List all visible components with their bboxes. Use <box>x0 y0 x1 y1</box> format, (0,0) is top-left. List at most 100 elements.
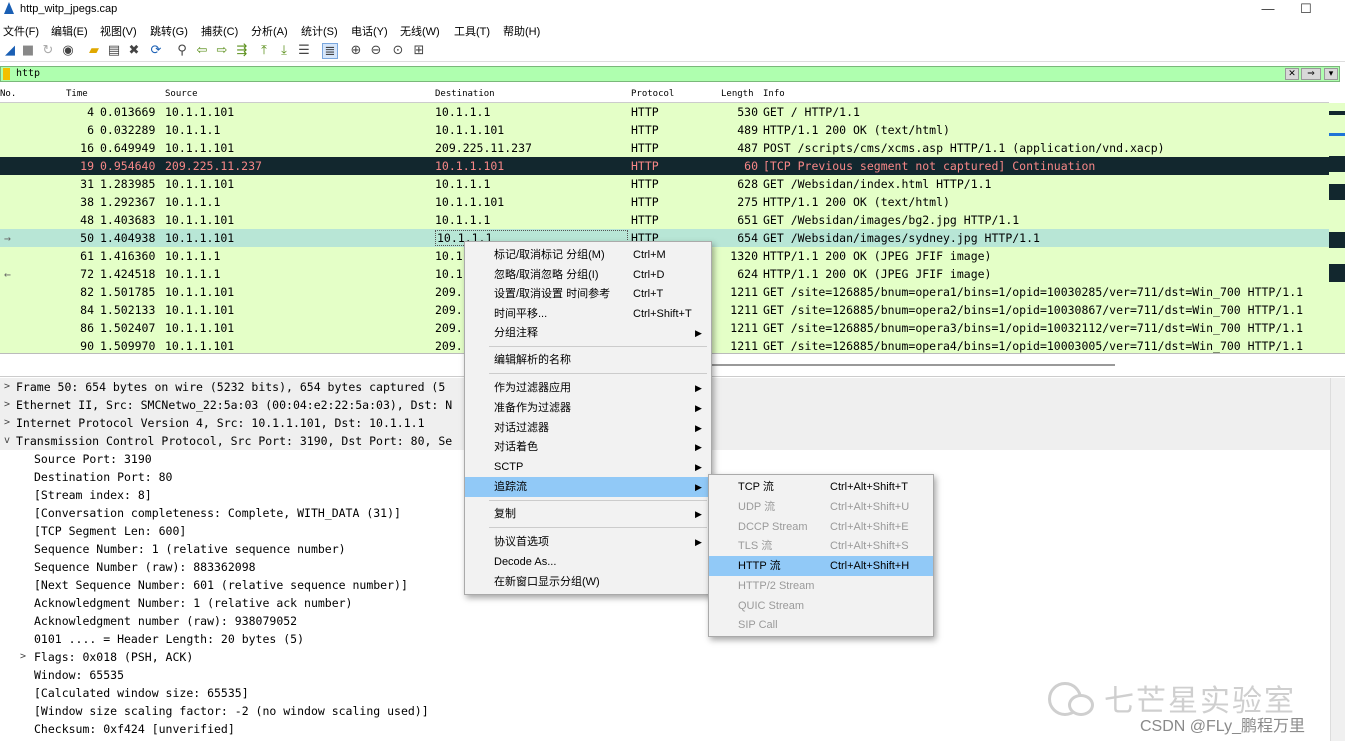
menu-item-show-in-new-window[interactable]: 在新窗口显示分组(W) <box>465 572 711 592</box>
zoom-out-icon[interactable]: ⊖ <box>368 43 384 59</box>
tree-item-text: Ethernet II, Src: SMCNetwo_22:5a:03 (00:… <box>16 398 453 412</box>
menu-wireless[interactable]: 无线(W) <box>400 23 440 39</box>
details-vertical-scrollbar[interactable] <box>1330 378 1345 741</box>
colorize-icon[interactable]: ≣ <box>322 43 338 59</box>
menu-item-packet-comment[interactable]: 分组注释 ▶ <box>465 323 711 343</box>
menu-item-time-shift[interactable]: 时间平移... Ctrl+Shift+T <box>465 304 711 324</box>
tree-item-text: Destination Port: 80 <box>34 470 173 484</box>
packet-no: 19 <box>80 159 94 173</box>
menu-item-follow-stream[interactable]: 追踪流 ▶ <box>465 477 711 497</box>
menu-item-apply-as-filter[interactable]: 作为过滤器应用 ▶ <box>465 378 711 398</box>
packet-row[interactable]: 31 1.283985 10.1.1.101 10.1.1.1 HTTP 628 GET /… <box>0 175 1330 193</box>
first-packet-icon[interactable]: ⤒ <box>256 43 272 59</box>
menu-item-prepare-as-filter[interactable]: 准备作为过滤器 ▶ <box>465 398 711 418</box>
menu-telephony[interactable]: 电话(Y) <box>351 23 388 39</box>
packet-minimap-scrollbar[interactable] <box>1329 87 1345 353</box>
menu-view[interactable]: 视图(V) <box>100 23 137 39</box>
menu-item-protocol-preferences[interactable]: 协议首选项 ▶ <box>465 532 711 552</box>
stop-icon[interactable]: ■ <box>20 43 36 59</box>
find-icon[interactable]: ⚲ <box>174 43 190 59</box>
menu-file[interactable]: 文件(F) <box>3 23 39 39</box>
menu-item-copy[interactable]: 复制 ▶ <box>465 504 711 524</box>
tree-field[interactable]: Acknowledgment Number: 1 (relative ack n… <box>0 594 1330 612</box>
window-title: http_witp_jpegs.cap <box>20 3 118 15</box>
tree-item-text: [Next Sequence Number: 601 (relative seq… <box>34 578 408 592</box>
menu-tools[interactable]: 工具(T) <box>454 23 490 39</box>
column-source[interactable]: Source <box>165 89 198 99</box>
last-packet-icon[interactable]: ⤓ <box>276 43 292 59</box>
back-arrow-icon[interactable]: ⇦ <box>194 43 210 59</box>
column-info[interactable]: Info <box>763 89 785 99</box>
display-filter-input[interactable]: http <box>16 68 40 79</box>
menu-go[interactable]: 跳转(G) <box>150 23 188 39</box>
close-file-icon[interactable]: ✖ <box>126 43 142 59</box>
tree-field[interactable]: Checksum: 0xf424 [unverified] <box>0 720 1330 738</box>
apply-filter-icon[interactable]: ⇒ <box>1301 68 1321 80</box>
tree-field[interactable]: [Calculated window size: 65535] <box>0 684 1330 702</box>
goto-packet-icon[interactable]: ⇶ <box>234 43 250 59</box>
packet-row[interactable]: 38 1.292367 10.1.1.1 10.1.1.101 HTTP 275 HTTP/… <box>0 193 1330 211</box>
submenu-item-http-stream[interactable]: HTTP 流 Ctrl+Alt+Shift+H <box>709 556 933 576</box>
packet-row[interactable]: 6 0.032289 10.1.1.1 10.1.1.101 HTTP 489 HTTP/1… <box>0 121 1330 139</box>
menu-help[interactable]: 帮助(H) <box>503 23 540 39</box>
packet-row[interactable]: 4 0.013669 10.1.1.101 10.1.1.1 HTTP 530 GET / … <box>0 103 1330 121</box>
expand-arrow-icon[interactable]: > <box>4 396 10 414</box>
menu-item-colorize-conversation[interactable]: 对话着色 ▶ <box>465 437 711 457</box>
column-no[interactable]: No. <box>0 89 16 99</box>
packet-row[interactable]: 48 1.403683 10.1.1.101 10.1.1.1 HTTP 651 GET /… <box>0 211 1330 229</box>
packet-row[interactable]: 16 0.649949 10.1.1.101 209.225.11.237 HTTP 48… <box>0 139 1330 157</box>
minimize-button[interactable]: — <box>1248 0 1288 20</box>
column-time[interactable]: Time <box>66 89 88 99</box>
menu-statistics[interactable]: 统计(S) <box>301 23 338 39</box>
menu-item-decode-as[interactable]: Decode As... <box>465 552 711 572</box>
maximize-button[interactable]: ☐ <box>1286 0 1326 20</box>
menu-item-ignore-packet[interactable]: 忽略/取消忽略 分组(I) Ctrl+D <box>465 265 711 285</box>
options-gear-icon[interactable]: ◉ <box>60 43 76 59</box>
menu-edit[interactable]: 编辑(E) <box>51 23 88 39</box>
shark-fin-start-icon[interactable]: ◢ <box>2 43 18 59</box>
expand-arrow-icon[interactable]: > <box>4 414 10 432</box>
packet-time: 1.416360 <box>100 249 156 263</box>
zoom-in-icon[interactable]: ⊕ <box>348 43 364 59</box>
tree-field[interactable]: 0101 .... = Header Length: 20 bytes (5) <box>0 630 1330 648</box>
packet-protocol: HTTP <box>631 177 659 191</box>
submenu-item-tcp-stream[interactable]: TCP 流 Ctrl+Alt+Shift+T <box>709 477 933 497</box>
collapse-arrow-icon[interactable]: v <box>4 432 10 450</box>
packet-list-header: No. Time Source Destination Protocol Len… <box>0 87 1330 103</box>
column-length[interactable]: Length <box>721 89 754 99</box>
menu-item-sctp[interactable]: SCTP ▶ <box>465 457 711 477</box>
submenu-arrow-icon: ▶ <box>695 328 702 338</box>
display-filter-bar[interactable]: http ✕ ⇒ ▾ <box>0 66 1340 82</box>
filter-history-dropdown-icon[interactable]: ▾ <box>1324 68 1338 80</box>
tree-item-flags[interactable]: > Flags: 0x018 (PSH, ACK) <box>0 648 1330 666</box>
restart-icon[interactable]: ↻ <box>40 43 56 59</box>
autoscroll-icon[interactable]: ☰ <box>296 43 312 59</box>
column-destination[interactable]: Destination <box>435 89 495 99</box>
submenu-arrow-icon: ▶ <box>695 403 702 413</box>
menu-separator <box>489 527 707 528</box>
bookmark-icon[interactable] <box>3 68 10 80</box>
resize-columns-icon[interactable]: ⊞ <box>411 43 427 59</box>
expand-arrow-icon[interactable]: > <box>4 378 10 396</box>
reload-icon[interactable]: ⟳ <box>148 43 164 59</box>
packet-source: 10.1.1.101 <box>165 231 235 245</box>
file-icon[interactable]: ▤ <box>106 43 122 59</box>
clear-filter-icon[interactable]: ✕ <box>1285 68 1299 80</box>
menu-analyze[interactable]: 分析(A) <box>251 23 288 39</box>
expand-arrow-icon[interactable]: > <box>20 648 26 666</box>
packet-row-bad-tcp[interactable]: 19 0.954640 209.225.11.237 10.1.1.101 HTTP 60… <box>0 157 1330 175</box>
menu-item-edit-resolved-name[interactable]: 编辑解析的名称 <box>465 350 711 370</box>
open-folder-icon[interactable]: ▰ <box>86 43 102 59</box>
tree-field[interactable]: Acknowledgment number (raw): 938079052 <box>0 612 1330 630</box>
menu-item-mark-packet[interactable]: 标记/取消标记 分组(M) Ctrl+M <box>465 245 711 265</box>
packet-time: 0.013669 <box>100 105 156 119</box>
submenu-arrow-icon: ▶ <box>695 383 702 393</box>
normal-size-icon[interactable]: ⊙ <box>390 43 406 59</box>
menu-capture[interactable]: 捕获(C) <box>201 23 238 39</box>
column-protocol[interactable]: Protocol <box>631 89 674 99</box>
forward-arrow-icon[interactable]: ⇨ <box>214 43 230 59</box>
menu-item-time-reference[interactable]: 设置/取消设置 时间参考 Ctrl+T <box>465 284 711 304</box>
tree-field[interactable]: [Window size scaling factor: -2 (no wind… <box>0 702 1330 720</box>
tree-field[interactable]: Window: 65535 <box>0 666 1330 684</box>
menu-item-conversation-filter[interactable]: 对话过滤器 ▶ <box>465 418 711 438</box>
